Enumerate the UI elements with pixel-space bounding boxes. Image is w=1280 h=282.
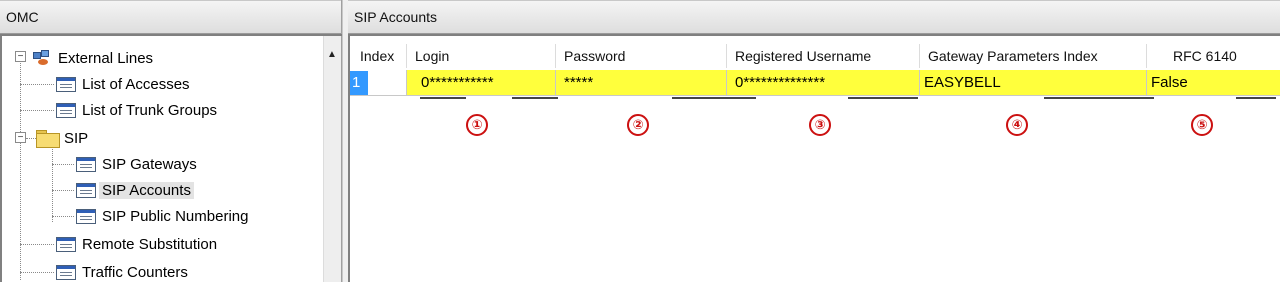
tree-item-sip-gateways[interactable]: SIP Gateways: [76, 151, 197, 177]
cell-index-value: 1: [350, 71, 368, 95]
cell-index[interactable]: 1: [350, 70, 407, 95]
tree-item-label: SIP Gateways: [102, 155, 197, 173]
column-header-login[interactable]: Login: [407, 44, 556, 68]
tree-item-sip-accounts[interactable]: SIP Accounts: [76, 177, 194, 203]
list-icon: [76, 208, 96, 224]
tree-item-sip[interactable]: SIP: [36, 125, 88, 151]
list-icon: [56, 264, 76, 280]
content-pane: SIP Accounts Index Login Password Regist…: [348, 0, 1280, 282]
annotation-marker-3: ③: [809, 114, 831, 136]
tree-scrollbar[interactable]: ▲: [323, 36, 341, 282]
grid-header: Index Login Password Registered Username…: [350, 44, 1280, 68]
tree-pane-title: OMC: [6, 9, 39, 25]
table-row[interactable]: 1 0*********** ***** 0************** EAS…: [350, 70, 1280, 96]
annotation-marker-5: ⑤: [1191, 114, 1213, 136]
cell-login[interactable]: 0***********: [407, 70, 556, 95]
tree-item-label: External Lines: [58, 49, 154, 67]
column-header-index[interactable]: Index: [350, 44, 407, 68]
cell-underlines: [350, 97, 1280, 101]
list-icon: [56, 76, 76, 92]
tree-item-label: SIP Accounts: [99, 181, 194, 199]
folder-icon: [36, 130, 60, 148]
list-icon: [56, 102, 76, 118]
column-header-password[interactable]: Password: [556, 44, 727, 68]
tree-item-label: SIP: [64, 129, 89, 147]
accounts-grid: Index Login Password Registered Username…: [348, 34, 1280, 282]
list-icon: [76, 182, 96, 198]
scroll-up-icon[interactable]: ▲: [325, 48, 339, 62]
cell-password[interactable]: *****: [556, 70, 727, 95]
annotation-marker-1: ①: [466, 114, 488, 136]
annotation-marker-4: ④: [1006, 114, 1028, 136]
column-header-gateway-parameters-index[interactable]: Gateway Parameters Index: [920, 44, 1147, 68]
tree-item-label: List of Accesses: [82, 75, 190, 93]
cell-registered-username[interactable]: 0**************: [727, 70, 920, 95]
tree-item-traffic-counters[interactable]: Traffic Counters: [56, 259, 188, 282]
tree-pane: OMC − − External Lines List of Accesses …: [0, 0, 342, 282]
tree-item-label: List of Trunk Groups: [82, 101, 218, 119]
column-header-registered-username[interactable]: Registered Username: [727, 44, 920, 68]
external-lines-expander[interactable]: −: [15, 51, 26, 62]
tree-view: − − External Lines List of Accesses List…: [0, 34, 342, 282]
tree-pane-header: OMC: [0, 0, 341, 34]
tree-item-list-of-accesses[interactable]: List of Accesses: [56, 71, 190, 97]
network-icon: [32, 49, 52, 67]
cell-gateway-parameters-index[interactable]: EASYBELL: [920, 70, 1147, 95]
tree-item-label: Traffic Counters: [82, 263, 188, 281]
sip-expander[interactable]: −: [15, 132, 26, 143]
tree-item-label: SIP Public Numbering: [102, 207, 249, 225]
content-pane-title: SIP Accounts: [354, 9, 438, 25]
tree-item-remote-substitution[interactable]: Remote Substitution: [56, 231, 217, 257]
list-icon: [56, 236, 76, 252]
tree-item-label: Remote Substitution: [82, 235, 218, 253]
list-icon: [76, 156, 96, 172]
column-header-rfc-6140[interactable]: RFC 6140: [1147, 44, 1278, 68]
tree-item-external-lines[interactable]: External Lines: [32, 45, 153, 71]
content-pane-header: SIP Accounts: [348, 0, 1280, 34]
tree-item-list-of-trunk-groups[interactable]: List of Trunk Groups: [56, 97, 217, 123]
tree-item-sip-public-numbering[interactable]: SIP Public Numbering: [76, 203, 248, 229]
annotation-marker-2: ②: [627, 114, 649, 136]
cell-rfc-6140[interactable]: False: [1147, 70, 1278, 95]
